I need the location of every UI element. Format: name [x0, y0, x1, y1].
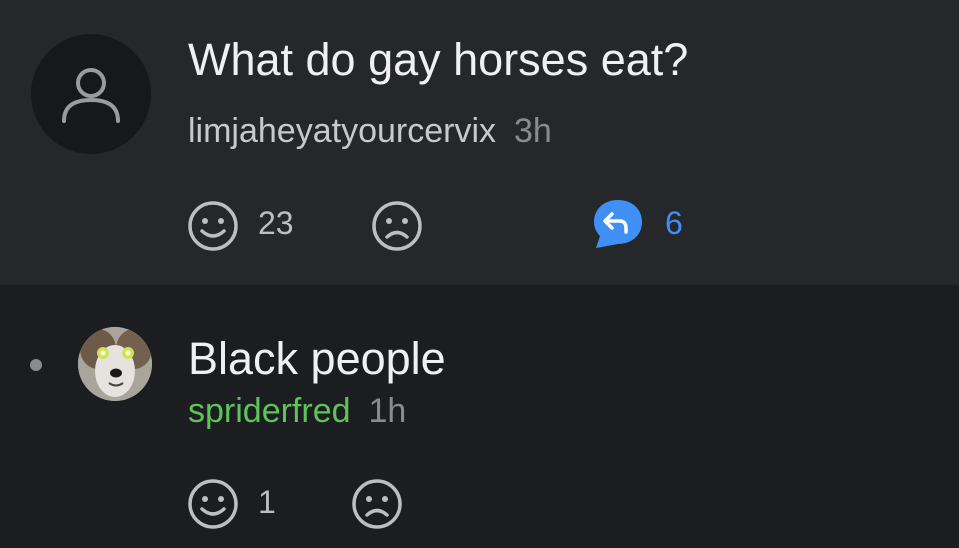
post-meta: limjaheyatyourcervix 3h — [188, 112, 552, 151]
post-title[interactable]: What do gay horses eat? — [188, 34, 688, 86]
reply-timestamp: 1h — [368, 392, 407, 430]
reply-avatar[interactable] — [78, 327, 152, 401]
post-avatar[interactable] — [31, 34, 151, 154]
frown-icon[interactable] — [370, 199, 424, 253]
post-reply-count: 6 — [665, 205, 683, 241]
reply-meta: spriderfred 1h — [188, 392, 406, 431]
post-author[interactable]: limjaheyatyourcervix — [188, 112, 496, 150]
reply-bubble-icon[interactable] — [590, 196, 646, 252]
reply-like-count: 1 — [258, 484, 276, 520]
reply-author[interactable]: spriderfred — [188, 392, 351, 430]
reply-card — [0, 285, 959, 548]
reply-text[interactable]: Black people — [188, 333, 446, 385]
smiley-icon[interactable] — [186, 477, 240, 531]
post-card: What do gay horses eat? limjaheyatyource… — [0, 0, 959, 285]
smiley-icon[interactable] — [186, 199, 240, 253]
post-like-count: 23 — [258, 205, 294, 241]
post-timestamp: 3h — [514, 112, 552, 150]
frown-icon[interactable] — [350, 477, 404, 531]
user-outline-icon — [62, 68, 120, 123]
dog-photo-avatar — [78, 327, 152, 401]
thread-bullet — [30, 359, 42, 371]
